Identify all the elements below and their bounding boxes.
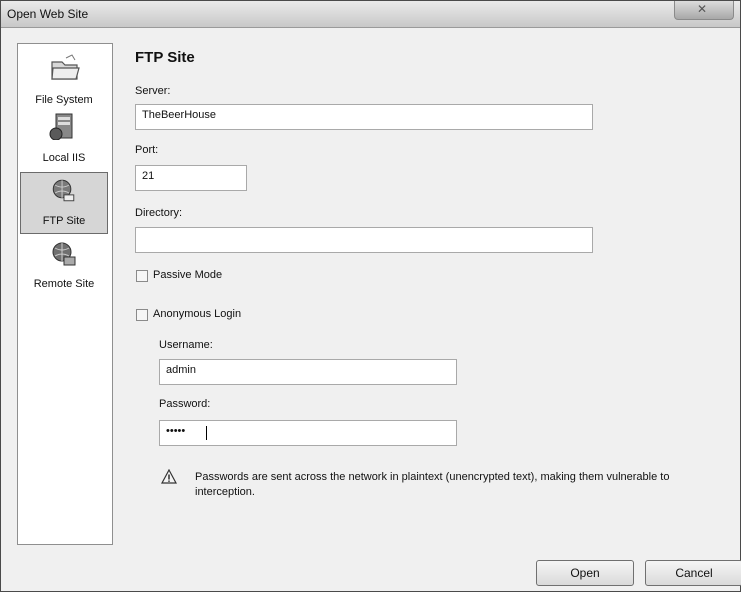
title-bar: Open Web Site ✕ <box>1 1 740 28</box>
close-icon: ✕ <box>697 2 708 16</box>
sidebar-item-label: File System <box>35 94 93 106</box>
port-label: Port: <box>135 144 159 156</box>
warning-icon <box>161 469 177 484</box>
text-cursor <box>206 426 207 440</box>
globe-network-icon <box>52 242 76 266</box>
cancel-button[interactable]: Cancel <box>645 560 741 586</box>
passive-mode-checkbox[interactable] <box>136 270 148 282</box>
ftp-site-panel: FTP Site Server: TheBeerHouse Port: 21 D… <box>127 43 727 543</box>
sidebar-item-remote-site[interactable]: Remote Site <box>20 236 108 298</box>
port-input[interactable]: 21 <box>135 165 247 191</box>
username-label: Username: <box>159 339 213 351</box>
directory-label: Directory: <box>135 207 183 219</box>
close-button[interactable]: ✕ <box>674 1 734 20</box>
anonymous-login-label: Anonymous Login <box>153 308 242 320</box>
folder-icon <box>51 54 80 80</box>
server-label: Server: <box>135 85 171 97</box>
sidebar-item-label: Remote Site <box>33 278 95 290</box>
page-title: FTP Site <box>135 49 195 66</box>
window-title: Open Web Site <box>7 7 89 21</box>
password-warning-text: Passwords are sent across the network in… <box>195 471 670 498</box>
sidebar-item-local-iis[interactable]: Local IIS <box>20 108 108 170</box>
open-web-site-dialog: Open Web Site ✕ File System Local IIS FT… <box>0 0 741 592</box>
sidebar-item-ftp-site[interactable]: FTP Site <box>20 172 108 234</box>
location-sidebar: File System Local IIS FTP Site Remote Si… <box>17 43 113 545</box>
username-input[interactable]: admin <box>159 359 457 385</box>
password-input[interactable]: ••••• <box>159 420 457 446</box>
sidebar-item-label: FTP Site <box>42 215 86 227</box>
anonymous-login-checkbox[interactable] <box>136 309 148 321</box>
directory-input[interactable] <box>135 227 593 253</box>
globe-icon <box>52 179 75 202</box>
password-label: Password: <box>159 398 211 410</box>
open-button[interactable]: Open <box>536 560 634 586</box>
sidebar-item-file-system[interactable]: File System <box>20 50 108 112</box>
sidebar-item-label: Local IIS <box>42 152 86 164</box>
passive-mode-label: Passive Mode <box>153 269 223 281</box>
server-icon <box>49 113 73 140</box>
server-input[interactable]: TheBeerHouse <box>135 104 593 130</box>
